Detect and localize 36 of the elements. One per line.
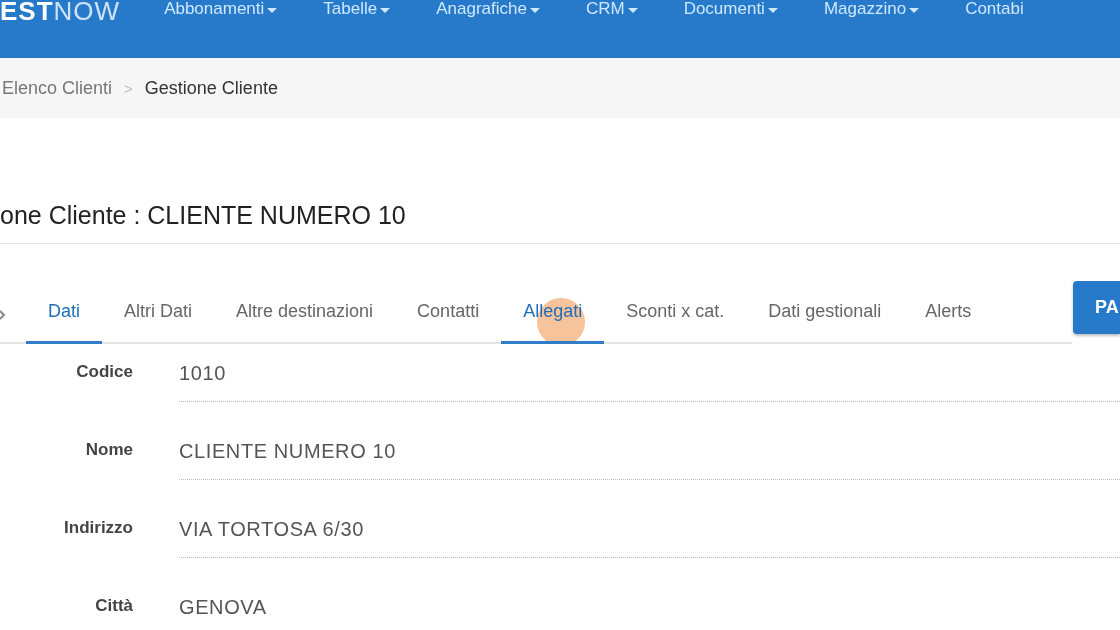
caret-icon: [627, 8, 638, 13]
field-label: Nome: [84, 439, 133, 461]
nav-menu-item[interactable]: CRM: [585, 0, 638, 18]
tab[interactable]: Dati gestionali: [746, 301, 904, 344]
field-value[interactable]: 1010: [179, 358, 1120, 402]
chevron-icon[interactable]: [0, 310, 6, 320]
breadcrumb-current: Gestione Cliente: [144, 77, 278, 99]
nav-menu-item[interactable]: Contabi: [965, 0, 1024, 18]
field-value[interactable]: CLIENTE NUMERO 10: [179, 436, 1120, 480]
nav-menu-item[interactable]: Magazzino: [823, 0, 920, 18]
caret-icon: [380, 8, 391, 13]
tab[interactable]: Contatti: [395, 301, 502, 344]
action-button[interactable]: PA: [1073, 281, 1120, 334]
field-value[interactable]: GENOVA: [179, 592, 1120, 630]
field-label: Codice: [75, 361, 133, 383]
caret-icon: [909, 8, 920, 13]
tab[interactable]: Allegati: [501, 301, 605, 344]
tab[interactable]: Sconti x cat.: [604, 301, 747, 344]
caret-icon: [529, 8, 540, 13]
nav-menu-item[interactable]: Tabelle: [323, 0, 391, 18]
caret-icon: [267, 8, 278, 13]
field-value[interactable]: VIA TORTOSA 6/30: [179, 514, 1120, 558]
nav-menu-item[interactable]: Documenti: [683, 0, 778, 18]
nav-menu-item[interactable]: Anagrafiche: [436, 0, 540, 18]
app-logo[interactable]: ESTNOW: [0, 0, 121, 22]
tab[interactable]: Alerts: [903, 301, 994, 344]
page-title: one Cliente : CLIENTE NUMERO 10: [0, 200, 407, 231]
breadcrumb-link[interactable]: Elenco Clienti: [2, 77, 113, 99]
field-label: Città: [94, 595, 133, 617]
nav-menu-item[interactable]: Abbonamenti: [164, 0, 278, 18]
tab[interactable]: Dati: [26, 301, 102, 344]
breadcrumb-separator: >: [124, 79, 133, 97]
tab[interactable]: Altre destinazioni: [214, 301, 396, 344]
field-label: Indirizzo: [63, 517, 133, 539]
tab[interactable]: Altri Dati: [102, 301, 215, 344]
caret-icon: [767, 8, 778, 13]
